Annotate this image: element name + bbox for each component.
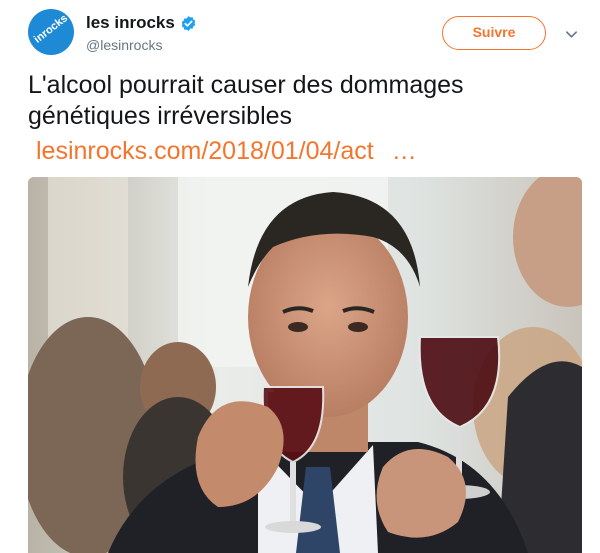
tweet-link-ellipsis: … (391, 137, 417, 165)
follow-button[interactable]: Suivre (442, 16, 546, 50)
avatar-logo-text: inrocks (31, 12, 71, 46)
avatar[interactable]: inrocks (28, 9, 74, 55)
tweet-text: L'alcool pourrait causer des dommages gé… (28, 71, 464, 130)
name-row[interactable]: les inrocks (86, 13, 197, 33)
tweet-photo[interactable] (28, 177, 582, 553)
chevron-down-icon[interactable] (565, 28, 578, 41)
tweet-header: inrocks les inrocks @lesinrocks Suivre (0, 0, 600, 62)
tweet-link-url[interactable]: lesinrocks.com/2018/01/04/act (36, 137, 374, 165)
tweet-link[interactable]: lesinrocks.com/2018/01/04/act … (36, 137, 417, 166)
verified-badge-icon (181, 15, 196, 31)
display-name[interactable]: les inrocks (86, 13, 175, 33)
user-handle[interactable]: @lesinrocks (86, 37, 162, 53)
photo-illustration (28, 177, 582, 553)
